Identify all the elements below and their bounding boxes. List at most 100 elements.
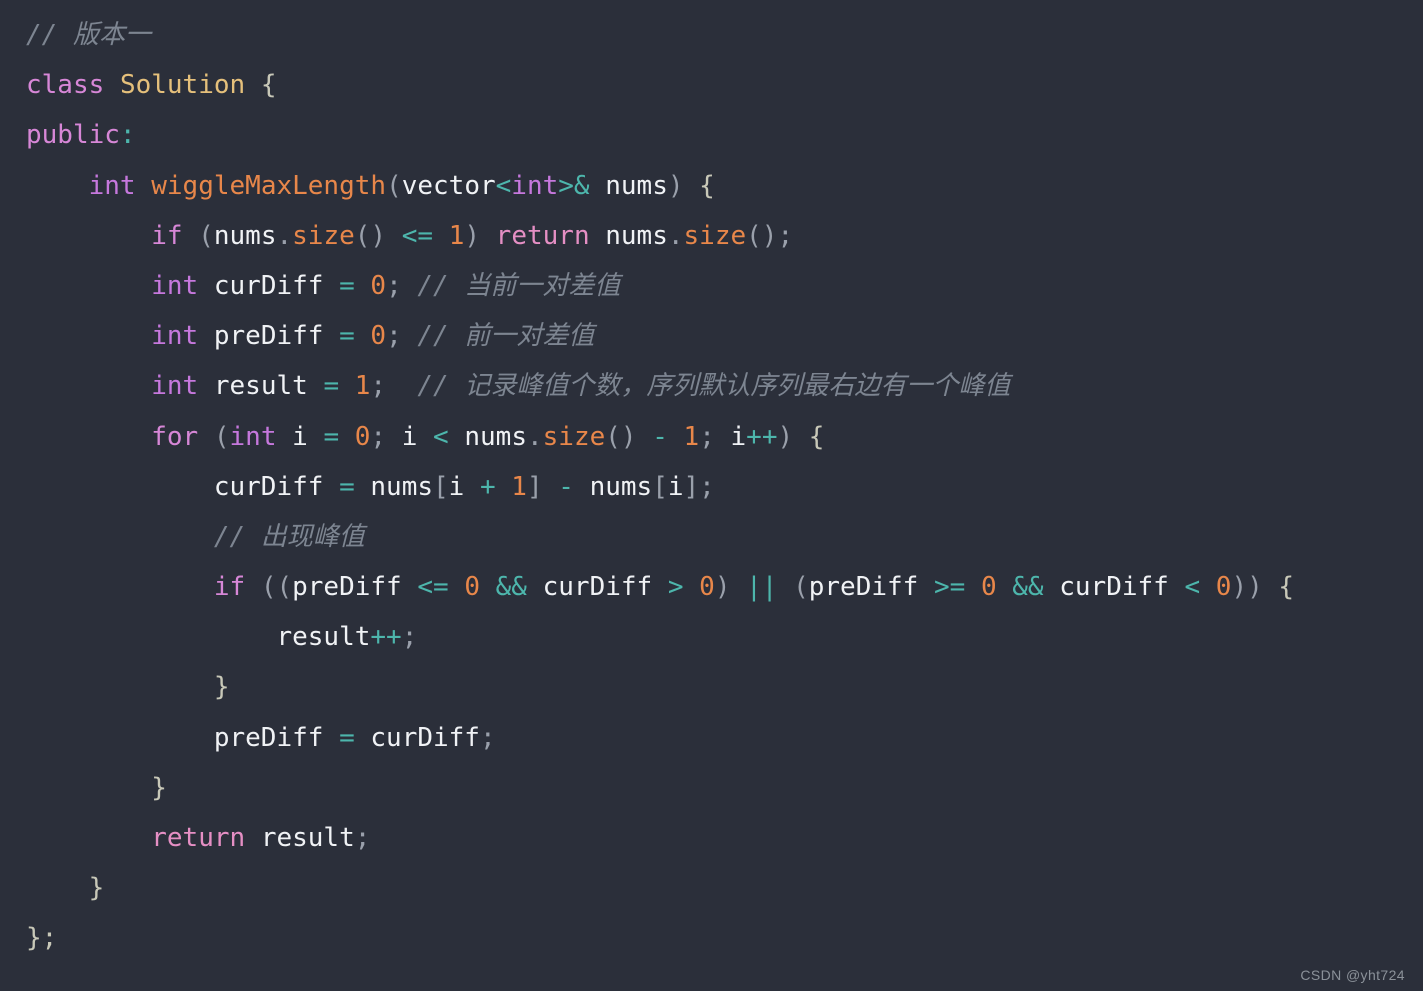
code-token: ; [370, 421, 387, 452]
code-token: i [401, 421, 418, 452]
code-token: preDiff [213, 321, 324, 352]
code-token: 0 [699, 572, 715, 603]
code-line: int preDiff = 0; // 前一对差值 [0, 311, 1423, 361]
code-token: if [213, 572, 246, 603]
code-token: // 出现峰值 [213, 521, 365, 552]
code-token: size [542, 421, 606, 452]
code-token: ; [354, 823, 371, 853]
code-token: 1 [511, 471, 527, 502]
code-token: = [339, 722, 355, 753]
code-token: & [573, 170, 590, 201]
code-token: public [26, 120, 120, 151]
code-token: . [276, 220, 293, 251]
code-token: } [88, 873, 105, 904]
code-token: { [699, 170, 715, 201]
code-line: int result = 1; // 记录峰值个数，序列默认序列最右边有一个峰值 [0, 361, 1423, 411]
code-token: [ [433, 471, 449, 502]
code-token: ) [464, 220, 481, 251]
code-line: if ((preDiff <= 0 && curDiff > 0) || (pr… [0, 562, 1423, 612]
code-token: result [276, 622, 371, 653]
code-token: ; [699, 421, 715, 452]
code-token: () [605, 421, 637, 452]
code-line: int curDiff = 0; // 当前一对差值 [0, 261, 1423, 311]
code-token: // 版本一 [26, 20, 151, 50]
code-token: () [746, 220, 778, 251]
code-line: // 出现峰值 [0, 512, 1423, 562]
code-token: size [292, 220, 355, 251]
code-token: int [151, 371, 199, 402]
code-token: () [354, 220, 387, 251]
code-token: ; [401, 622, 418, 653]
code-token: ; [777, 220, 794, 251]
code-token: int [229, 421, 277, 452]
code-token: ( [386, 170, 402, 201]
code-token: - [652, 421, 668, 452]
code-token: ; [479, 722, 496, 753]
code-token: nums [464, 421, 527, 452]
code-token: nums [213, 220, 277, 251]
code-token: = [339, 270, 355, 301]
code-token: = [339, 321, 355, 352]
code-token: wiggleMaxLength [151, 170, 387, 201]
code-token: ( [793, 572, 809, 603]
code-token: || [746, 572, 778, 603]
code-token: preDiff [808, 572, 919, 603]
code-token: // 前一对差值 [417, 321, 595, 352]
code-token: if [151, 220, 183, 251]
code-token: }; [26, 923, 58, 954]
code-token: ) [667, 170, 684, 201]
code-token: int [151, 270, 199, 301]
code-token: = [339, 471, 355, 502]
code-line: } [0, 863, 1423, 913]
code-token: i [448, 471, 465, 502]
code-token: nums [589, 471, 653, 502]
code-token: : [119, 120, 136, 151]
code-token: - [558, 471, 574, 502]
code-token: } [213, 672, 230, 703]
code-token: && [495, 572, 527, 603]
code-token: ) [777, 421, 794, 452]
code-token: ] [526, 471, 543, 502]
code-token: [ [652, 471, 668, 502]
code-token: preDiff [292, 572, 402, 603]
code-token: result [213, 371, 308, 402]
code-token: { [1278, 572, 1295, 603]
code-line: class Solution { [0, 60, 1423, 110]
csdn-watermark: CSDN @yht724 [1300, 967, 1405, 983]
code-token: class [26, 70, 105, 101]
